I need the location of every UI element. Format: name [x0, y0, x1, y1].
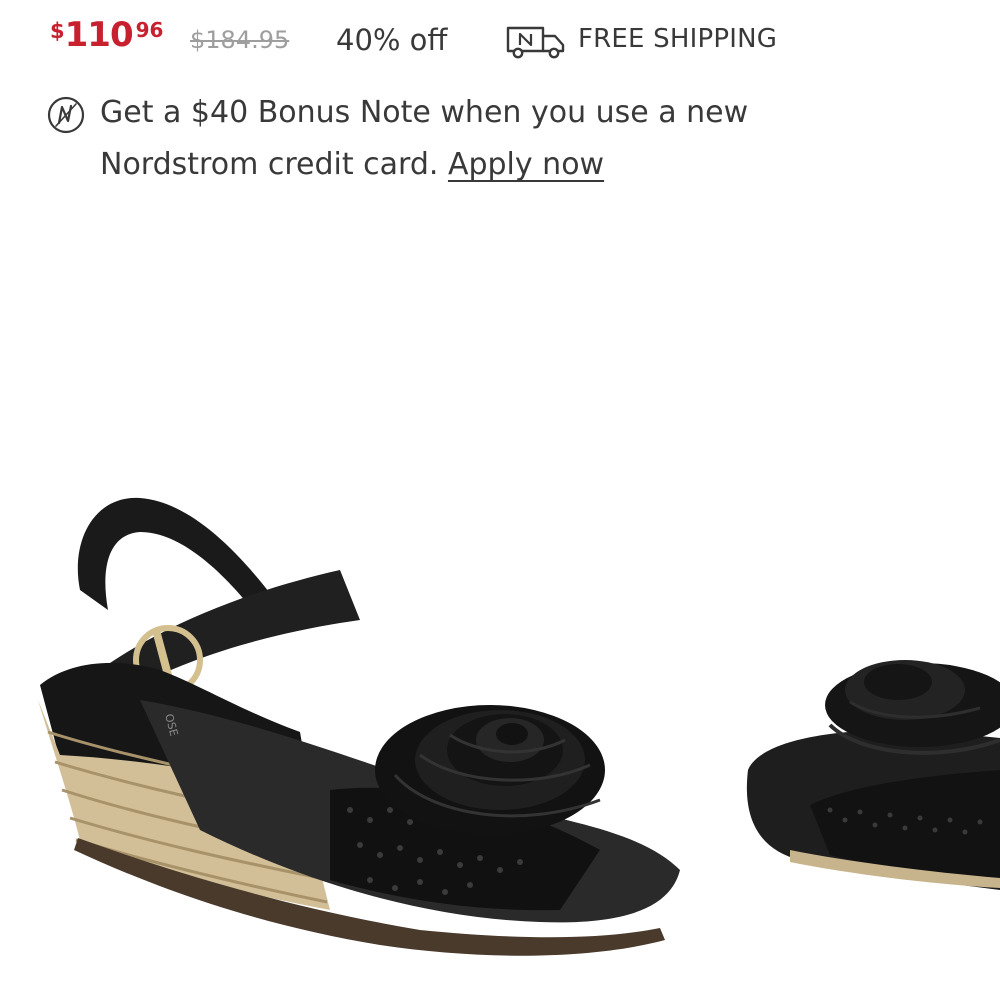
apply-now-link[interactable]: Apply now: [448, 147, 604, 182]
sale-price-currency: $: [50, 19, 65, 43]
main-sandal-graphic: OSE: [38, 497, 680, 956]
discount-label: 40% off: [336, 23, 448, 57]
bonus-note-text-block: Get a $40 Bonus Note when you use a new …: [100, 87, 820, 191]
wedge-sandal-image[interactable]: OSE: [0, 470, 1000, 1000]
bonus-note-text: Get a $40 Bonus Note when you use a new …: [100, 95, 749, 182]
sale-price: $110 96: [50, 18, 163, 52]
second-sandal-graphic: [746, 660, 1000, 890]
nordstrom-note-icon: [47, 96, 85, 134]
product-detail-page: $110 96 $184.95 40% off FREE SHIPPING Get…: [0, 0, 1000, 1000]
delivery-truck-icon: [506, 26, 565, 59]
original-price: $184.95: [190, 26, 290, 54]
sale-price-whole: 110: [64, 15, 134, 55]
free-shipping-label: FREE SHIPPING: [578, 24, 778, 54]
sale-price-cents: 96: [135, 18, 164, 42]
price-row: $110 96 $184.95 40% off FREE SHIPPING: [50, 14, 950, 64]
